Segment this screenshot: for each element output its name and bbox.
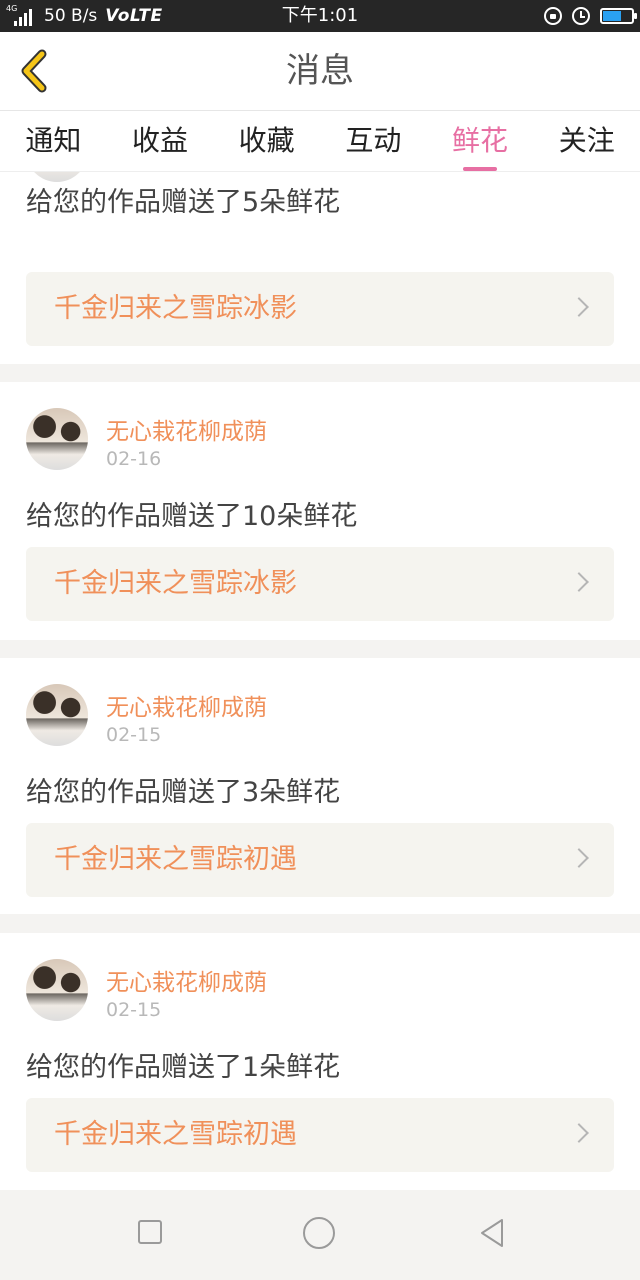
tab-flowers[interactable]: 鲜花: [427, 111, 534, 171]
system-nav-bar: [0, 1190, 640, 1280]
sender-name[interactable]: 无心栽花柳成荫: [106, 412, 267, 446]
page-title: 消息: [286, 51, 354, 91]
tab-bar: 通知 收益 收藏 互动 鲜花 关注: [0, 111, 640, 172]
avatar[interactable]: [26, 959, 88, 1021]
message-date: 02-15: [106, 724, 162, 746]
message-date: 02-15: [106, 999, 162, 1021]
status-right: [544, 0, 637, 32]
tab-label: 收藏: [238, 124, 295, 157]
message-list[interactable]: 02-17 给您的作品赠送了5朵鲜花 千金归来之雪踪冰影 无心栽花柳成荫 02-…: [0, 172, 640, 1190]
tab-label: 鲜花: [452, 124, 509, 157]
avatar[interactable]: [26, 408, 88, 470]
rotation-lock-icon: [544, 7, 562, 25]
message-text: 给您的作品赠送了10朵鲜花: [26, 501, 358, 532]
work-link[interactable]: 千金归来之雪踪冰影: [26, 272, 614, 346]
tab-label: 收益: [132, 124, 189, 157]
back-icon[interactable]: [478, 1217, 506, 1249]
work-title: 千金归来之雪踪初遇: [54, 844, 297, 875]
work-title: 千金归来之雪踪冰影: [54, 568, 297, 599]
chevron-right-icon: [569, 1123, 589, 1143]
sender-name[interactable]: 无心栽花柳成荫: [106, 688, 267, 722]
recent-apps-icon[interactable]: [138, 1220, 162, 1244]
tab-following[interactable]: 关注: [533, 111, 640, 171]
status-bar: 4G 50 B/s VoLTE 下午1:01: [0, 0, 640, 32]
message-text: 给您的作品赠送了3朵鲜花: [26, 777, 341, 808]
alarm-icon: [572, 7, 590, 25]
work-link[interactable]: 千金归来之雪踪初遇: [26, 823, 614, 897]
work-link[interactable]: 千金归来之雪踪冰影: [26, 547, 614, 621]
message-card: 02-17 给您的作品赠送了5朵鲜花 千金归来之雪踪冰影: [0, 172, 640, 364]
message-card: 无心栽花柳成荫 02-15 给您的作品赠送了1朵鲜花 千金归来之雪踪初遇: [0, 933, 640, 1190]
tab-label: 互动: [345, 124, 402, 157]
tab-earnings[interactable]: 收益: [107, 111, 214, 171]
chevron-right-icon: [569, 297, 589, 317]
avatar[interactable]: [26, 684, 88, 746]
work-title: 千金归来之雪踪冰影: [54, 293, 297, 324]
battery-icon: [600, 8, 637, 24]
tab-label: 通知: [25, 124, 82, 157]
message-card: 无心栽花柳成荫 02-15 给您的作品赠送了3朵鲜花 千金归来之雪踪初遇: [0, 658, 640, 914]
chevron-right-icon: [569, 572, 589, 592]
message-text: 给您的作品赠送了5朵鲜花: [26, 187, 341, 218]
header: 消息: [0, 32, 640, 111]
work-link[interactable]: 千金归来之雪踪初遇: [26, 1098, 614, 1172]
active-tab-indicator: [463, 167, 498, 171]
sender-name[interactable]: 无心栽花柳成荫: [106, 963, 267, 997]
message-card: 无心栽花柳成荫 02-16 给您的作品赠送了10朵鲜花 千金归来之雪踪冰影: [0, 382, 640, 640]
message-date: 02-16: [106, 448, 162, 470]
work-title: 千金归来之雪踪初遇: [54, 1119, 297, 1150]
chevron-right-icon: [569, 848, 589, 868]
tab-favorites[interactable]: 收藏: [213, 111, 320, 171]
tab-notifications[interactable]: 通知: [0, 111, 107, 171]
home-icon[interactable]: [303, 1217, 335, 1249]
tab-interactions[interactable]: 互动: [320, 111, 427, 171]
message-text: 给您的作品赠送了1朵鲜花: [26, 1052, 341, 1083]
tab-label: 关注: [558, 124, 615, 157]
